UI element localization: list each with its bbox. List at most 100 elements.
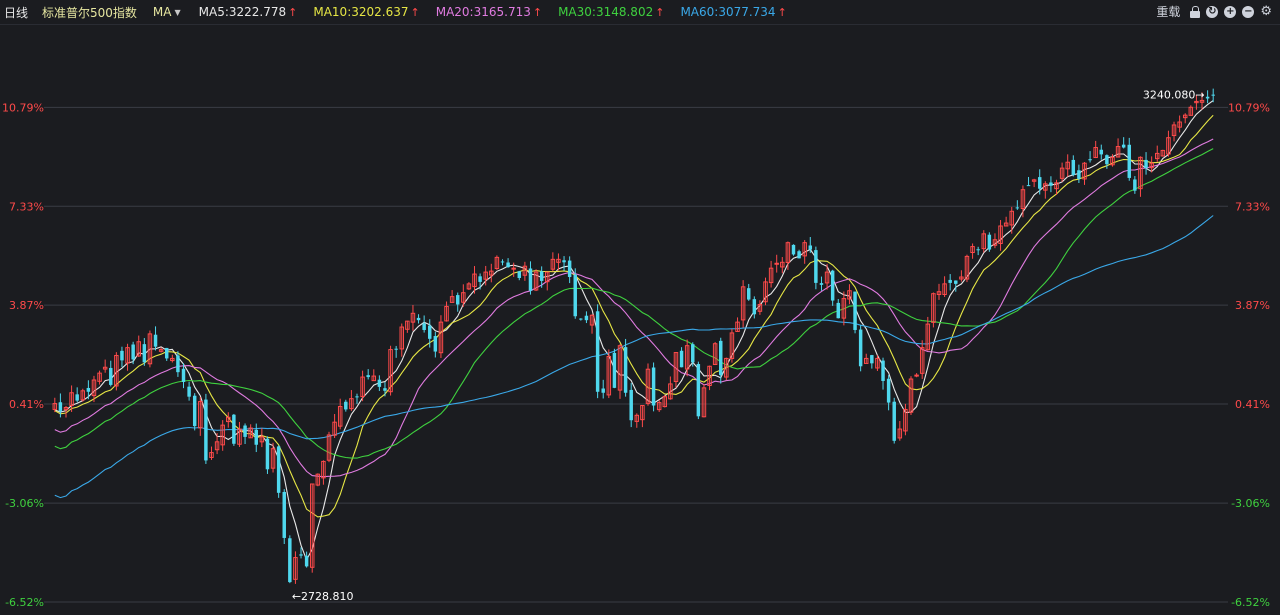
y-tick-label-left: 7.33%	[9, 200, 44, 213]
candle-body-down	[881, 360, 885, 381]
candle-body-down	[243, 425, 247, 437]
candle-body-down	[595, 311, 600, 392]
candle-body-down	[181, 368, 186, 382]
candle-body-down	[1026, 185, 1031, 187]
candle-body-down	[562, 260, 566, 263]
ma-indicator-menu[interactable]: MA ▼	[153, 5, 181, 19]
candlestick-chart[interactable]: 10.79% 10.79% 7.33% 7.33% 3.87% 3.87% 0.41% 0.4…	[0, 25, 1280, 615]
candle-body-down	[691, 344, 695, 363]
candle-body-down	[1088, 159, 1092, 161]
candle-body-down	[1037, 177, 1042, 189]
candle-body-down	[752, 299, 757, 315]
candle-body-up	[511, 267, 516, 270]
y-tick-label-right: 10.79%	[1228, 101, 1270, 114]
candle-body-down	[232, 414, 236, 444]
candle-body-down	[455, 295, 460, 305]
candle-body-down	[1211, 94, 1215, 96]
candle-body-down	[987, 234, 992, 250]
reload-button[interactable]: 重载	[1156, 3, 1180, 20]
candle-body-down	[506, 262, 510, 268]
y-tick-label-left: -6.52%	[5, 596, 44, 609]
candle-body-down	[623, 347, 628, 393]
candle-body-down	[500, 261, 505, 263]
candle-body-down	[265, 438, 270, 470]
gear-icon[interactable]: ⚙	[1260, 5, 1272, 18]
candle-body-down	[858, 329, 863, 367]
candle-body-down	[299, 554, 303, 556]
candle-body-down	[75, 394, 79, 401]
candle-body-down	[579, 318, 583, 320]
candle-body-down	[886, 378, 891, 403]
candle-body-down	[1205, 96, 1210, 99]
ma60-line	[54, 215, 1214, 499]
candle-body-down	[819, 283, 824, 285]
candle-body-down	[584, 315, 589, 321]
candle-body-down	[86, 387, 91, 392]
period-label[interactable]: 日线	[4, 4, 28, 21]
up-arrow-icon: ↑	[532, 5, 543, 19]
candle-body-up	[774, 262, 779, 265]
candle-body-down	[153, 334, 158, 347]
candle-body-down	[478, 276, 482, 282]
chevron-down-icon: ▼	[174, 7, 181, 17]
candle-body-down	[746, 288, 751, 300]
zoom-out-icon[interactable]: −	[1242, 5, 1255, 18]
candle-body-down	[679, 350, 684, 368]
ma5-value: MA5:3222.778 ↑	[198, 5, 298, 19]
candle-body-down	[377, 379, 382, 387]
candle-body-down	[1015, 207, 1020, 209]
candle-body-down	[366, 375, 370, 378]
candle-body-down	[1077, 170, 1081, 179]
candle-body-down	[976, 249, 980, 251]
candle-body-down	[204, 399, 208, 461]
y-tick-label-left: 10.79%	[2, 101, 44, 114]
candle-body-down	[164, 347, 169, 359]
candle-body-down	[176, 355, 180, 373]
candle-body-down	[192, 395, 197, 427]
candle-body-down	[428, 325, 432, 339]
up-arrow-icon: ↑	[288, 5, 298, 19]
candle-body-down	[433, 336, 438, 352]
y-tick-label-left: 0.41%	[9, 398, 44, 411]
zoom-in-icon[interactable]: +	[1224, 5, 1237, 18]
candle-body-down	[517, 271, 522, 278]
ma30-value: MA30:3148.802 ↑	[558, 5, 665, 19]
candle-body-down	[948, 279, 952, 283]
candle-body-down	[853, 291, 857, 330]
candle-body-down	[187, 386, 191, 397]
candle-body-down	[120, 350, 124, 361]
candle-body-down	[254, 429, 258, 445]
refresh-icon[interactable]: ↻	[1206, 5, 1219, 18]
grid-lines	[44, 106, 1228, 603]
candle-body-down	[567, 260, 572, 278]
candle-body-down	[651, 367, 656, 406]
candle-body-down	[954, 280, 958, 284]
lock-icon[interactable]	[1190, 5, 1201, 18]
candle-body-down	[612, 352, 617, 388]
candle-body-down	[808, 245, 813, 250]
y-tick-label-right: 0.41%	[1235, 398, 1270, 411]
candle-body-down	[416, 317, 421, 321]
candle-body-down	[142, 344, 147, 363]
candle-body-down	[814, 250, 818, 283]
candle-body-down	[601, 388, 605, 393]
ma-menu-label: MA	[152, 5, 172, 19]
candle-body-down	[344, 401, 348, 410]
ma20-value: MA20:3165.713 ↑	[435, 5, 543, 19]
y-tick-label-right: -3.06%	[1231, 497, 1270, 510]
candle-body-down	[539, 271, 544, 281]
candle-body-down	[892, 401, 896, 441]
candle-body-down	[304, 555, 309, 567]
candle-body-down	[1127, 144, 1131, 178]
ma30-line	[54, 148, 1214, 459]
up-arrow-icon: ↑	[777, 5, 787, 19]
index-name: 标准普尔500指数	[42, 5, 137, 20]
candle-body-down	[797, 251, 801, 259]
candle-body-down	[696, 364, 701, 417]
candle-body-down	[1071, 159, 1076, 175]
ma60-value: MA60:3077.734 ↑	[680, 5, 787, 19]
candle-body-down	[355, 396, 359, 398]
candle-body-down	[791, 244, 796, 255]
candle-body-down	[1121, 144, 1126, 148]
candle-body-down	[1133, 179, 1137, 191]
